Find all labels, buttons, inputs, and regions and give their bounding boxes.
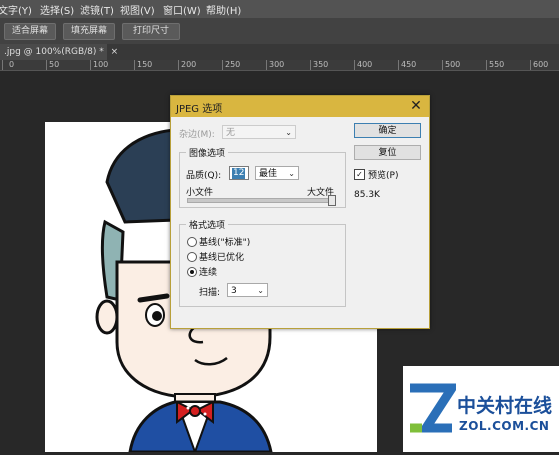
fill-screen-button[interactable]: 填充屏幕 (63, 23, 115, 40)
ruler-label: 350 (313, 60, 329, 69)
close-icon[interactable]: ✕ (408, 98, 424, 114)
ruler-label: 0 (9, 60, 15, 69)
ruler-label: 500 (445, 60, 461, 69)
format-baseline-optimized-label[interactable]: 基线已优化 (199, 250, 244, 263)
document-tab[interactable]: .jpg @ 100%(RGB/8) * × (0, 44, 118, 60)
quality-input[interactable]: 12 (229, 166, 249, 180)
ruler-label: 600 (533, 60, 549, 69)
file-size-readout: 85.3K (354, 190, 380, 200)
scans-select[interactable]: 3 ⌄ (227, 283, 268, 297)
menu-select[interactable]: 选择(S) (40, 2, 74, 17)
quality-preset-value: 最佳 (259, 169, 278, 179)
chevron-down-icon: ⌄ (288, 169, 295, 178)
chevron-down-icon: ⌄ (257, 286, 264, 295)
quality-slider-track[interactable] (187, 195, 336, 206)
menu-window[interactable]: 窗口(W) (163, 2, 201, 17)
small-file-label: 小文件 (186, 188, 214, 198)
preview-checkbox[interactable]: ✓ (354, 169, 365, 180)
ruler-label: 550 (489, 60, 505, 69)
ruler-label: 150 (137, 60, 153, 69)
scans-value: 3 (231, 286, 237, 296)
scans-label: 扫描: (199, 288, 221, 298)
format-progressive-label[interactable]: 连续 (199, 265, 217, 278)
dialog-titlebar[interactable]: JPEG 选项 ✕ (171, 96, 429, 117)
close-icon[interactable]: × (111, 47, 119, 57)
matte-select[interactable]: 无 ⌄ (222, 125, 296, 139)
quality-label: 品质(Q): (186, 171, 222, 181)
options-bar: 适合屏幕 填充屏幕 打印尺寸 (0, 18, 559, 45)
watermark-domain: ZOL.COM.CN (459, 419, 550, 433)
menu-view[interactable]: 视图(V) (120, 2, 155, 17)
jpeg-options-dialog: JPEG 选项 ✕ 杂边(M): 无 ⌄ 图像选项 品质(Q): 12 最佳 ⌄… (170, 95, 430, 329)
matte-label: 杂边(M): (179, 130, 215, 140)
format-baseline-radio[interactable] (187, 237, 197, 247)
dialog-title: JPEG 选项 (176, 104, 223, 115)
menu-bar: 文字(Y) 选择(S) 滤镜(T) 视图(V) 窗口(W) 帮助(H) (0, 0, 559, 18)
image-options-title: 图像选项 (186, 146, 229, 159)
format-baseline-label[interactable]: 基线("标准") (199, 235, 250, 248)
ruler-label: 450 (401, 60, 417, 69)
zol-logo-icon (410, 383, 456, 433)
menu-help[interactable]: 帮助(H) (206, 2, 241, 17)
ruler-label: 100 (93, 60, 109, 69)
ruler-label: 400 (357, 60, 373, 69)
ruler-label: 300 (269, 60, 285, 69)
format-progressive-radio[interactable] (187, 267, 197, 277)
matte-value: 无 (226, 128, 236, 138)
horizontal-ruler: 0 50 100 150 200 250 300 350 400 450 500… (0, 60, 559, 71)
quality-slider-thumb[interactable] (328, 195, 336, 206)
watermark: 中关村在线 ZOL.COM.CN (403, 366, 559, 452)
reset-button[interactable]: 复位 (354, 145, 421, 160)
document-tab-label: .jpg @ 100%(RGB/8) * (4, 47, 104, 57)
quality-value: 12 (232, 168, 246, 179)
watermark-brand: 中关村在线 (457, 395, 553, 417)
quality-preset-select[interactable]: 最佳 ⌄ (255, 166, 299, 180)
format-options-title: 格式选项 (186, 218, 229, 231)
ruler-label: 250 (225, 60, 241, 69)
print-size-button[interactable]: 打印尺寸 (122, 23, 180, 40)
preview-label[interactable]: 预览(P) (368, 168, 398, 181)
ruler-label: 50 (49, 60, 60, 69)
fit-screen-button[interactable]: 适合屏幕 (4, 23, 56, 40)
format-baseline-optimized-radio[interactable] (187, 252, 197, 262)
menu-type[interactable]: 文字(Y) (0, 2, 32, 17)
ok-button[interactable]: 确定 (354, 123, 421, 138)
chevron-down-icon: ⌄ (285, 128, 292, 137)
ruler-label: 200 (181, 60, 197, 69)
menu-filter[interactable]: 滤镜(T) (80, 2, 114, 17)
